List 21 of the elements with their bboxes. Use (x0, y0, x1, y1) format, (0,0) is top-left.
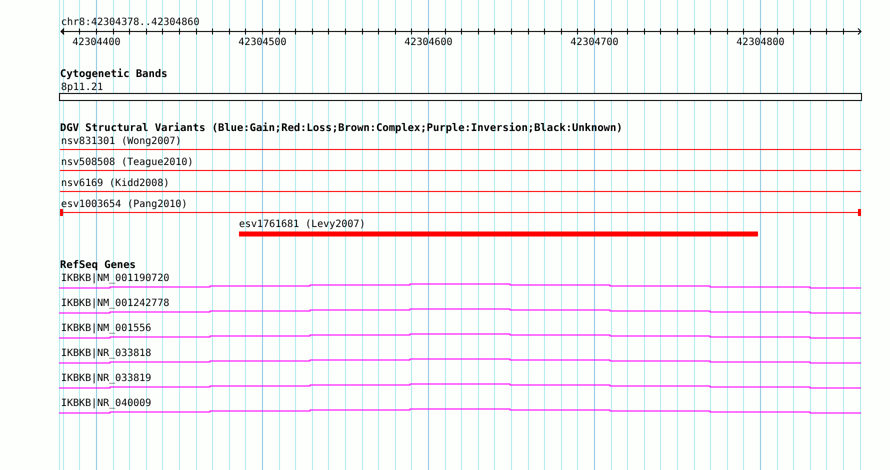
tick-label: 42304400 (72, 37, 121, 48)
ruler-label: chr8:42304378..42304860 (61, 17, 200, 28)
feature-label: esv1003654 (Pang2010) (61, 199, 188, 210)
feature-label: IKBKB|NM_001556 (61, 323, 152, 334)
feature-label: IKBKB|NR_033818 (61, 348, 152, 359)
feature-label: 8p11.21 (61, 82, 104, 93)
tick-label: 42304800 (736, 37, 785, 48)
feature-label: nsv6169 (Kidd2008) (61, 178, 170, 189)
tick-label: 42304700 (570, 37, 619, 48)
feature-label: IKBKB|NR_040009 (61, 398, 152, 409)
feature-label: nsv508508 (Teague2010) (61, 157, 194, 168)
feature-label: IKBKB|NR_033819 (61, 373, 152, 384)
feature-label: IKBKB|NM_001242778 (61, 298, 170, 309)
tick-label: 42304500 (238, 37, 287, 48)
feature-label: esv1761681 (Levy2007) (239, 219, 366, 230)
track-title: DGV Structural Variants (Blue:Gain;Red:Loss;Brown:Complex;Purple:Inversion;Black:Unknown) (60, 122, 623, 134)
track-title: Cytogenetic Bands (60, 68, 168, 80)
track-title: RefSeq Genes (60, 259, 136, 271)
feature-label: IKBKB|NM_001190720 (61, 273, 170, 284)
tick-label: 42304600 (404, 37, 453, 48)
feature-label: nsv831301 (Wong2007) (61, 136, 182, 147)
